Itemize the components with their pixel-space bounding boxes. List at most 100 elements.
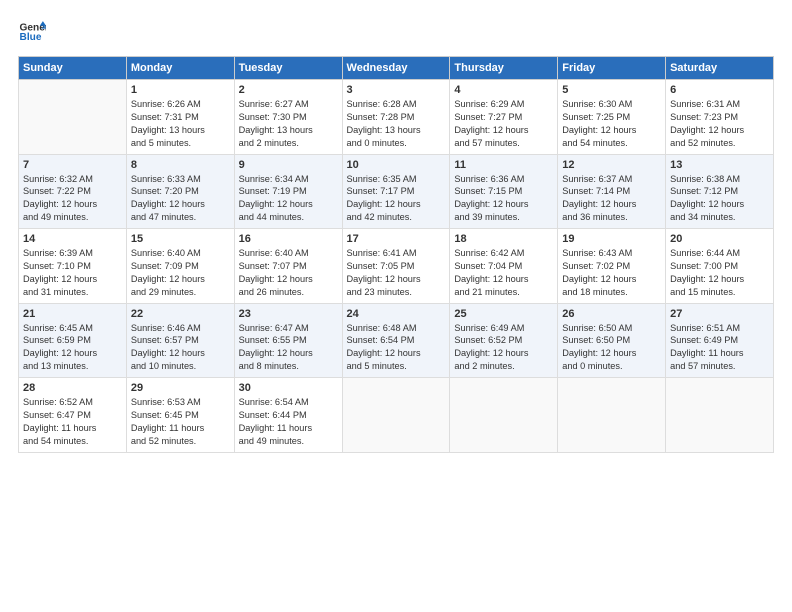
day-info: Sunrise: 6:31 AM Sunset: 7:23 PM Dayligh…: [670, 98, 769, 150]
calendar-cell: 20 Sunrise: 6:44 AM Sunset: 7:00 PM Dayli…: [666, 229, 774, 304]
calendar-cell: 17 Sunrise: 6:41 AM Sunset: 7:05 PM Dayli…: [342, 229, 450, 304]
day-number: 11: [454, 159, 553, 171]
day-number: 4: [454, 84, 553, 96]
header: General Blue: [18, 18, 774, 46]
svg-text:Blue: Blue: [20, 32, 42, 43]
day-info: Sunrise: 6:30 AM Sunset: 7:25 PM Dayligh…: [562, 98, 661, 150]
day-number: 26: [562, 308, 661, 320]
day-info: Sunrise: 6:28 AM Sunset: 7:28 PM Dayligh…: [347, 98, 446, 150]
calendar-cell: 1 Sunrise: 6:26 AM Sunset: 7:31 PM Daylig…: [126, 80, 234, 155]
calendar-cell: 11 Sunrise: 6:36 AM Sunset: 7:15 PM Dayli…: [450, 154, 558, 229]
weekday-header-tuesday: Tuesday: [234, 57, 342, 80]
day-number: 8: [131, 159, 230, 171]
day-number: 19: [562, 233, 661, 245]
calendar-cell: [558, 378, 666, 453]
day-info: Sunrise: 6:54 AM Sunset: 6:44 PM Dayligh…: [239, 396, 338, 448]
day-info: Sunrise: 6:33 AM Sunset: 7:20 PM Dayligh…: [131, 173, 230, 225]
calendar-cell: 30Sunrise: 6:54 AM Sunset: 6:44 PM Dayli…: [234, 378, 342, 453]
day-info: Sunrise: 6:38 AM Sunset: 7:12 PM Dayligh…: [670, 173, 769, 225]
day-info: Sunrise: 6:29 AM Sunset: 7:27 PM Dayligh…: [454, 98, 553, 150]
weekday-header-friday: Friday: [558, 57, 666, 80]
calendar-cell: 8 Sunrise: 6:33 AM Sunset: 7:20 PM Daylig…: [126, 154, 234, 229]
day-number: 3: [347, 84, 446, 96]
day-number: 21: [23, 308, 122, 320]
calendar-page: General Blue SundayMondayTuesdayWednesda…: [0, 0, 792, 612]
calendar-cell: 16 Sunrise: 6:40 AM Sunset: 7:07 PM Dayli…: [234, 229, 342, 304]
day-info: Sunrise: 6:44 AM Sunset: 7:00 PM Dayligh…: [670, 247, 769, 299]
day-info: Sunrise: 6:26 AM Sunset: 7:31 PM Dayligh…: [131, 98, 230, 150]
weekday-header-thursday: Thursday: [450, 57, 558, 80]
day-number: 16: [239, 233, 338, 245]
day-number: 12: [562, 159, 661, 171]
day-info: Sunrise: 6:37 AM Sunset: 7:14 PM Dayligh…: [562, 173, 661, 225]
day-info: Sunrise: 6:27 AM Sunset: 7:30 PM Dayligh…: [239, 98, 338, 150]
calendar-cell: 13Sunrise: 6:38 AM Sunset: 7:12 PM Dayli…: [666, 154, 774, 229]
day-number: 15: [131, 233, 230, 245]
calendar-week-row: 21 Sunrise: 6:45 AM Sunset: 6:59 PM Dayli…: [19, 303, 774, 378]
calendar-cell: 24 Sunrise: 6:48 AM Sunset: 6:54 PM Dayli…: [342, 303, 450, 378]
day-info: Sunrise: 6:34 AM Sunset: 7:19 PM Dayligh…: [239, 173, 338, 225]
calendar-cell: 18Sunrise: 6:42 AM Sunset: 7:04 PM Dayli…: [450, 229, 558, 304]
calendar-cell: 2 Sunrise: 6:27 AM Sunset: 7:30 PM Daylig…: [234, 80, 342, 155]
calendar-table: SundayMondayTuesdayWednesdayThursdayFrid…: [18, 56, 774, 453]
day-number: 9: [239, 159, 338, 171]
calendar-cell: 23 Sunrise: 6:47 AM Sunset: 6:55 PM Dayli…: [234, 303, 342, 378]
logo-icon: General Blue: [18, 18, 46, 46]
day-number: 20: [670, 233, 769, 245]
calendar-cell: 7 Sunrise: 6:32 AM Sunset: 7:22 PM Daylig…: [19, 154, 127, 229]
weekday-header-monday: Monday: [126, 57, 234, 80]
day-info: Sunrise: 6:39 AM Sunset: 7:10 PM Dayligh…: [23, 247, 122, 299]
day-number: 10: [347, 159, 446, 171]
calendar-cell: 27Sunrise: 6:51 AM Sunset: 6:49 PM Dayli…: [666, 303, 774, 378]
weekday-header-saturday: Saturday: [666, 57, 774, 80]
day-info: Sunrise: 6:40 AM Sunset: 7:09 PM Dayligh…: [131, 247, 230, 299]
calendar-week-row: 28Sunrise: 6:52 AM Sunset: 6:47 PM Dayli…: [19, 378, 774, 453]
day-number: 5: [562, 84, 661, 96]
weekday-header-row: SundayMondayTuesdayWednesdayThursdayFrid…: [19, 57, 774, 80]
day-number: 27: [670, 308, 769, 320]
day-info: Sunrise: 6:36 AM Sunset: 7:15 PM Dayligh…: [454, 173, 553, 225]
calendar-cell: 10 Sunrise: 6:35 AM Sunset: 7:17 PM Dayli…: [342, 154, 450, 229]
calendar-cell: 6 Sunrise: 6:31 AM Sunset: 7:23 PM Daylig…: [666, 80, 774, 155]
day-info: Sunrise: 6:53 AM Sunset: 6:45 PM Dayligh…: [131, 396, 230, 448]
day-info: Sunrise: 6:42 AM Sunset: 7:04 PM Dayligh…: [454, 247, 553, 299]
calendar-cell: [19, 80, 127, 155]
calendar-cell: [342, 378, 450, 453]
day-info: Sunrise: 6:43 AM Sunset: 7:02 PM Dayligh…: [562, 247, 661, 299]
calendar-cell: 4 Sunrise: 6:29 AM Sunset: 7:27 PM Daylig…: [450, 80, 558, 155]
day-info: Sunrise: 6:48 AM Sunset: 6:54 PM Dayligh…: [347, 322, 446, 374]
calendar-cell: 28Sunrise: 6:52 AM Sunset: 6:47 PM Dayli…: [19, 378, 127, 453]
day-number: 6: [670, 84, 769, 96]
calendar-cell: 14Sunrise: 6:39 AM Sunset: 7:10 PM Dayli…: [19, 229, 127, 304]
calendar-cell: 26 Sunrise: 6:50 AM Sunset: 6:50 PM Dayli…: [558, 303, 666, 378]
calendar-cell: 19 Sunrise: 6:43 AM Sunset: 7:02 PM Dayli…: [558, 229, 666, 304]
day-info: Sunrise: 6:35 AM Sunset: 7:17 PM Dayligh…: [347, 173, 446, 225]
day-number: 23: [239, 308, 338, 320]
day-number: 1: [131, 84, 230, 96]
day-number: 29: [131, 382, 230, 394]
calendar-week-row: 1 Sunrise: 6:26 AM Sunset: 7:31 PM Daylig…: [19, 80, 774, 155]
calendar-cell: 25Sunrise: 6:49 AM Sunset: 6:52 PM Dayli…: [450, 303, 558, 378]
day-info: Sunrise: 6:40 AM Sunset: 7:07 PM Dayligh…: [239, 247, 338, 299]
calendar-cell: 12 Sunrise: 6:37 AM Sunset: 7:14 PM Dayli…: [558, 154, 666, 229]
calendar-cell: 5 Sunrise: 6:30 AM Sunset: 7:25 PM Daylig…: [558, 80, 666, 155]
day-number: 24: [347, 308, 446, 320]
day-info: Sunrise: 6:41 AM Sunset: 7:05 PM Dayligh…: [347, 247, 446, 299]
calendar-cell: 3 Sunrise: 6:28 AM Sunset: 7:28 PM Daylig…: [342, 80, 450, 155]
day-info: Sunrise: 6:50 AM Sunset: 6:50 PM Dayligh…: [562, 322, 661, 374]
day-info: Sunrise: 6:32 AM Sunset: 7:22 PM Dayligh…: [23, 173, 122, 225]
weekday-header-sunday: Sunday: [19, 57, 127, 80]
day-info: Sunrise: 6:47 AM Sunset: 6:55 PM Dayligh…: [239, 322, 338, 374]
day-number: 2: [239, 84, 338, 96]
day-info: Sunrise: 6:52 AM Sunset: 6:47 PM Dayligh…: [23, 396, 122, 448]
calendar-week-row: 14Sunrise: 6:39 AM Sunset: 7:10 PM Dayli…: [19, 229, 774, 304]
day-number: 17: [347, 233, 446, 245]
day-number: 7: [23, 159, 122, 171]
day-number: 25: [454, 308, 553, 320]
calendar-cell: 22Sunrise: 6:46 AM Sunset: 6:57 PM Dayli…: [126, 303, 234, 378]
weekday-header-wednesday: Wednesday: [342, 57, 450, 80]
day-info: Sunrise: 6:45 AM Sunset: 6:59 PM Dayligh…: [23, 322, 122, 374]
calendar-cell: 21 Sunrise: 6:45 AM Sunset: 6:59 PM Dayli…: [19, 303, 127, 378]
calendar-cell: 29 Sunrise: 6:53 AM Sunset: 6:45 PM Dayli…: [126, 378, 234, 453]
calendar-cell: 15 Sunrise: 6:40 AM Sunset: 7:09 PM Dayli…: [126, 229, 234, 304]
